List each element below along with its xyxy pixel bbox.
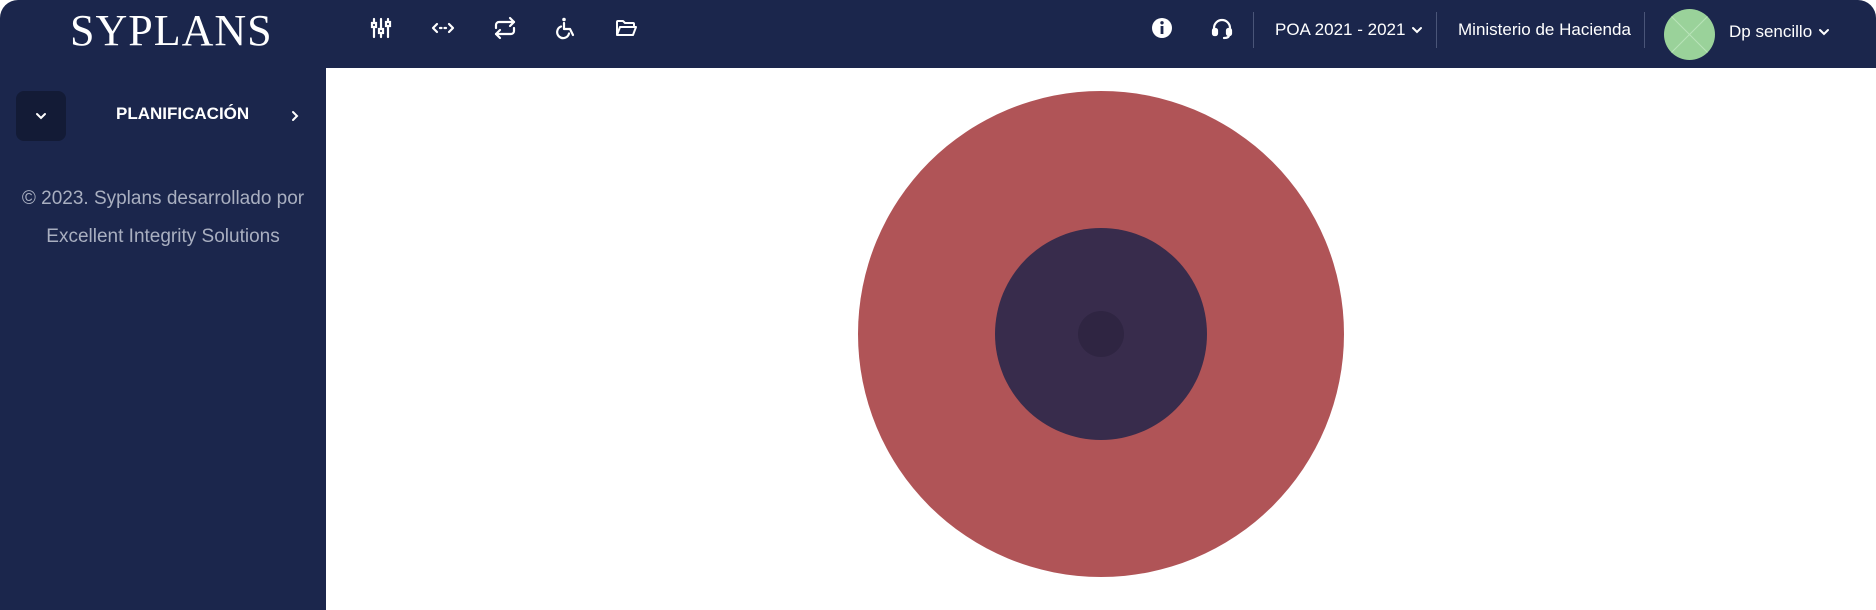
main-content xyxy=(326,68,1876,610)
app-window: SYPLANS POA 2021 - 2021 Ministerio de Ha… xyxy=(0,0,1876,610)
sidebar-collapse-button[interactable] xyxy=(16,91,66,141)
organization-link[interactable]: Ministerio de Hacienda xyxy=(1458,18,1631,42)
sidebar-item-planificacion[interactable]: PLANIFICACIÓN xyxy=(116,104,249,124)
divider xyxy=(1253,12,1254,48)
sidebar: PLANIFICACIÓN © 2023. Syplans desarrolla… xyxy=(0,68,326,610)
wheelchair-icon[interactable] xyxy=(552,14,580,42)
headset-icon[interactable] xyxy=(1208,14,1236,42)
period-dropdown[interactable]: POA 2021 - 2021 xyxy=(1275,18,1423,43)
sliders-icon[interactable] xyxy=(367,14,395,42)
user-name: Dp sencillo xyxy=(1729,22,1813,41)
avatar[interactable] xyxy=(1664,9,1715,60)
chevron-right-icon[interactable] xyxy=(289,107,301,126)
repeat-icon[interactable] xyxy=(491,14,519,42)
divider xyxy=(1436,12,1437,48)
info-icon[interactable] xyxy=(1148,14,1176,42)
spinner-core xyxy=(1078,311,1124,357)
folder-open-icon[interactable] xyxy=(612,14,640,42)
loading-spinner xyxy=(858,91,1344,577)
chevron-down-icon xyxy=(1411,19,1423,43)
footer-copyright: © 2023. Syplans desarrollado por xyxy=(21,188,305,209)
brand-logo[interactable]: SYPLANS xyxy=(70,5,273,57)
footer-company: Excellent Integrity Solutions xyxy=(46,226,280,247)
chevron-down-icon xyxy=(35,107,47,126)
user-menu[interactable]: Dp sencillo xyxy=(1729,20,1830,45)
sidebar-footer: © 2023. Syplans desarrollado por Excelle… xyxy=(0,180,326,256)
period-label: POA 2021 - 2021 xyxy=(1275,20,1406,39)
arrows-horizontal-icon[interactable] xyxy=(429,14,457,42)
chevron-down-icon xyxy=(1818,21,1830,45)
divider xyxy=(1644,12,1645,48)
top-navbar: SYPLANS POA 2021 - 2021 Ministerio de Ha… xyxy=(0,0,1876,68)
